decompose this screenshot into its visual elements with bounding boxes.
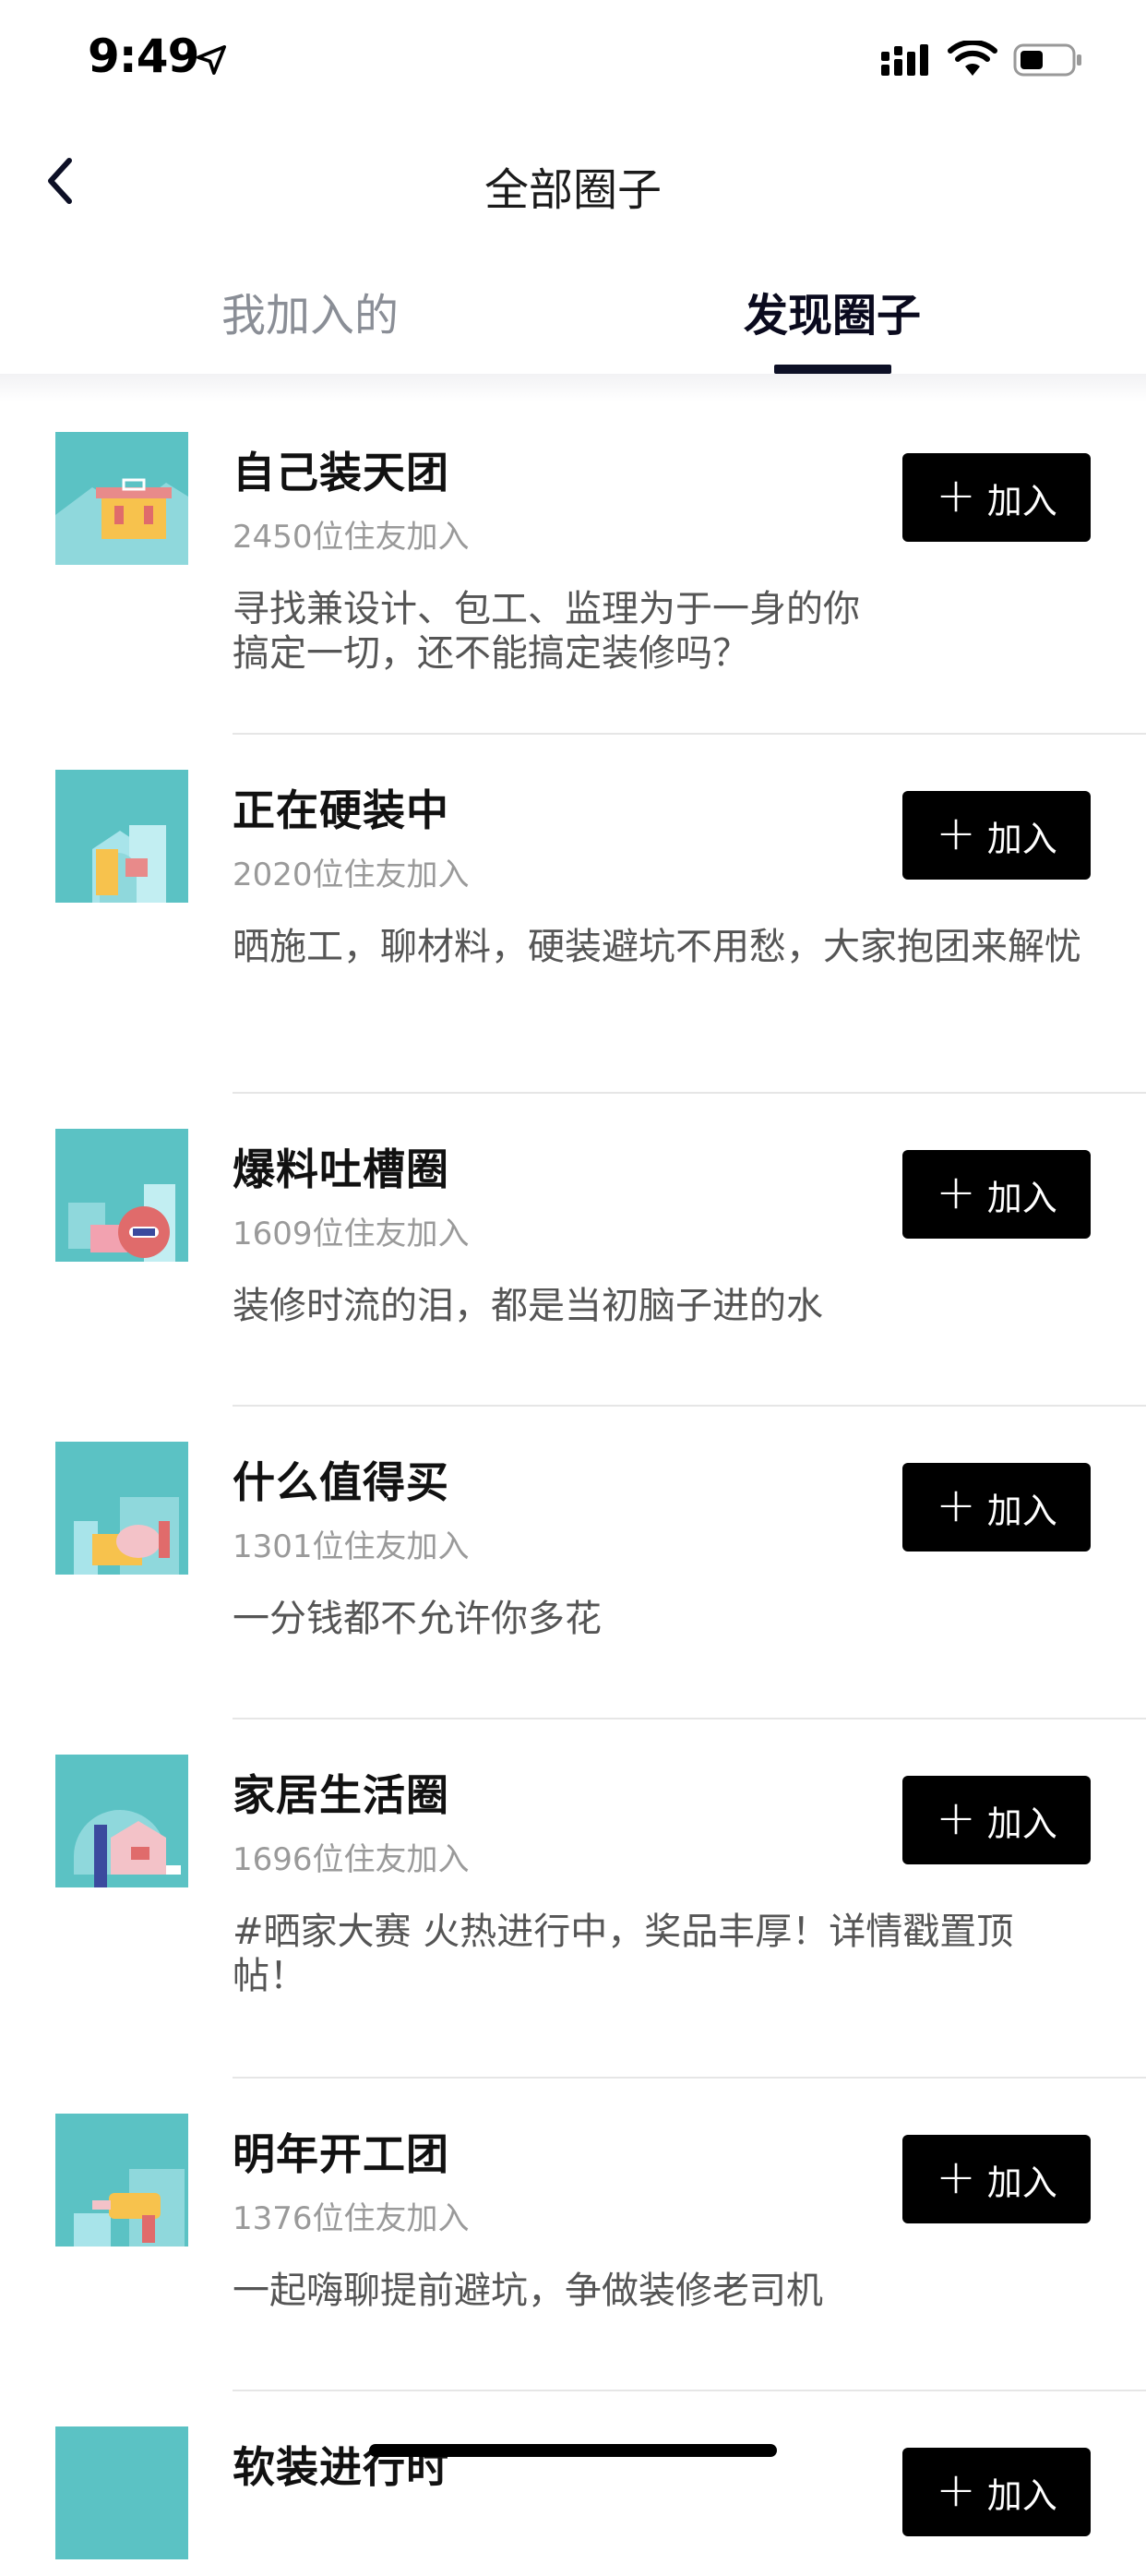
- join-label: 加入: [986, 480, 1057, 521]
- circle-member-count: 2450位住友加入: [233, 519, 470, 556]
- circle-description: 一分钱都不允许你多花: [233, 1597, 1081, 1641]
- circle-description: 寻找兼设计、包工、监理为于一身的你 搞定一切，还不能搞定装修吗？: [233, 587, 1081, 676]
- circle-name: 家居生活圈: [233, 1770, 449, 1820]
- list-item[interactable]: 正在硬装中 2020位住友加入 晒施工，聊材料，硬装避坑不用愁，大家抱团来解忧 …: [0, 735, 1146, 1094]
- circle-thumbnail: [55, 2114, 188, 2247]
- join-label: 加入: [986, 1490, 1057, 1531]
- circle-member-count: 1376位住友加入: [233, 2200, 470, 2237]
- tab-active-indicator: [774, 365, 891, 374]
- join-button[interactable]: + 加入: [902, 453, 1091, 542]
- circle-name: 软装进行时: [233, 2442, 449, 2492]
- tab-discover[interactable]: 发现圈子: [744, 279, 921, 343]
- circle-description: 晒施工，聊材料，硬装避坑不用愁，大家抱团来解忧: [233, 925, 1081, 969]
- circle-description-text: 一起嗨聊提前避坑，争做装修老司机: [233, 2270, 823, 2312]
- circle-thumbnail: [55, 1442, 188, 1575]
- tab-joined[interactable]: 我加入的: [221, 279, 399, 343]
- list-item[interactable]: 什么值得买 1301位住友加入 一分钱都不允许你多花 + 加入: [0, 1407, 1146, 1719]
- signal-icon: [881, 44, 928, 76]
- plus-icon: +: [936, 468, 976, 523]
- circle-thumbnail: [55, 1129, 188, 1262]
- circle-member-count: 2020位住友加入: [233, 857, 470, 893]
- circle-name: 自己装天团: [233, 448, 449, 497]
- plus-icon: +: [936, 1165, 976, 1220]
- circle-thumbnail: [55, 770, 188, 903]
- plus-icon: +: [936, 2462, 976, 2518]
- list-item[interactable]: 软装进行时 + 加入: [0, 2391, 1146, 2576]
- circle-description-text: #晒家大赛 火热进行中，奖品丰厚！详情戳置顶帖！: [233, 1911, 1014, 1997]
- list-item[interactable]: 自己装天团 2450位住友加入 寻找兼设计、包工、监理为于一身的你 搞定一切，还…: [0, 397, 1146, 735]
- plus-icon: +: [936, 1478, 976, 1533]
- circle-description-text: 寻找兼设计、包工、监理为于一身的你 搞定一切，还不能搞定装修吗？: [233, 588, 860, 675]
- join-button[interactable]: + 加入: [902, 2135, 1091, 2223]
- list-item[interactable]: 明年开工团 1376位住友加入 一起嗨聊提前避坑，争做装修老司机 + 加入: [0, 2079, 1146, 2391]
- circle-thumbnail: [55, 432, 188, 565]
- circle-name: 什么值得买: [233, 1457, 449, 1507]
- join-label: 加入: [986, 818, 1057, 859]
- circle-description: 一起嗨聊提前避坑，争做装修老司机: [233, 2269, 1081, 2313]
- location-arrow-icon: [196, 44, 227, 76]
- circle-description-text: 一分钱都不允许你多花: [233, 1598, 602, 1640]
- join-button[interactable]: + 加入: [902, 791, 1091, 880]
- join-button[interactable]: + 加入: [902, 1776, 1091, 1864]
- join-label: 加入: [986, 2162, 1057, 2203]
- battery-icon: [1013, 43, 1081, 77]
- join-label: 加入: [986, 1803, 1057, 1844]
- circle-name: 正在硬装中: [233, 785, 449, 835]
- join-label: 加入: [986, 2474, 1057, 2516]
- wifi-icon: [948, 41, 997, 76]
- status-time: 9:49: [88, 30, 199, 83]
- circle-member-count: 1301位住友加入: [233, 1528, 470, 1565]
- plus-icon: +: [936, 2150, 976, 2205]
- circle-thumbnail: [55, 2426, 188, 2559]
- circle-description: 装修时流的泪，都是当初脑子进的水: [233, 1284, 1081, 1328]
- join-button[interactable]: + 加入: [902, 2448, 1091, 2536]
- circle-description-text: 装修时流的泪，都是当初脑子进的水: [233, 1285, 823, 1327]
- plus-icon: +: [936, 1791, 976, 1846]
- circle-description-text: 晒施工，聊材料，硬装避坑不用愁，大家抱团来解忧: [233, 926, 1081, 968]
- circle-description: #晒家大赛 火热进行中，奖品丰厚！详情戳置顶帖！: [233, 1910, 1081, 1998]
- page-title: 全部圈子: [483, 164, 662, 216]
- join-button[interactable]: + 加入: [902, 1463, 1091, 1552]
- circle-list: 自己装天团 2450位住友加入 寻找兼设计、包工、监理为于一身的你 搞定一切，还…: [0, 397, 1146, 2576]
- join-label: 加入: [986, 1177, 1057, 1218]
- list-item[interactable]: 家居生活圈 1696位住友加入 #晒家大赛 火热进行中，奖品丰厚！详情戳置顶帖！…: [0, 1719, 1146, 2079]
- circle-name: 爆料吐槽圈: [233, 1144, 449, 1194]
- circle-thumbnail: [55, 1755, 188, 1887]
- join-button[interactable]: + 加入: [902, 1150, 1091, 1239]
- list-item[interactable]: 爆料吐槽圈 1609位住友加入 装修时流的泪，都是当初脑子进的水 + 加入: [0, 1094, 1146, 1407]
- circle-name: 明年开工团: [233, 2129, 449, 2179]
- circle-member-count: 1609位住友加入: [233, 1216, 470, 1252]
- plus-icon: +: [936, 806, 976, 861]
- home-indicator[interactable]: [369, 2444, 777, 2457]
- circle-member-count: 1696位住友加入: [233, 1841, 470, 1878]
- status-bar: 9:49: [0, 0, 1146, 125]
